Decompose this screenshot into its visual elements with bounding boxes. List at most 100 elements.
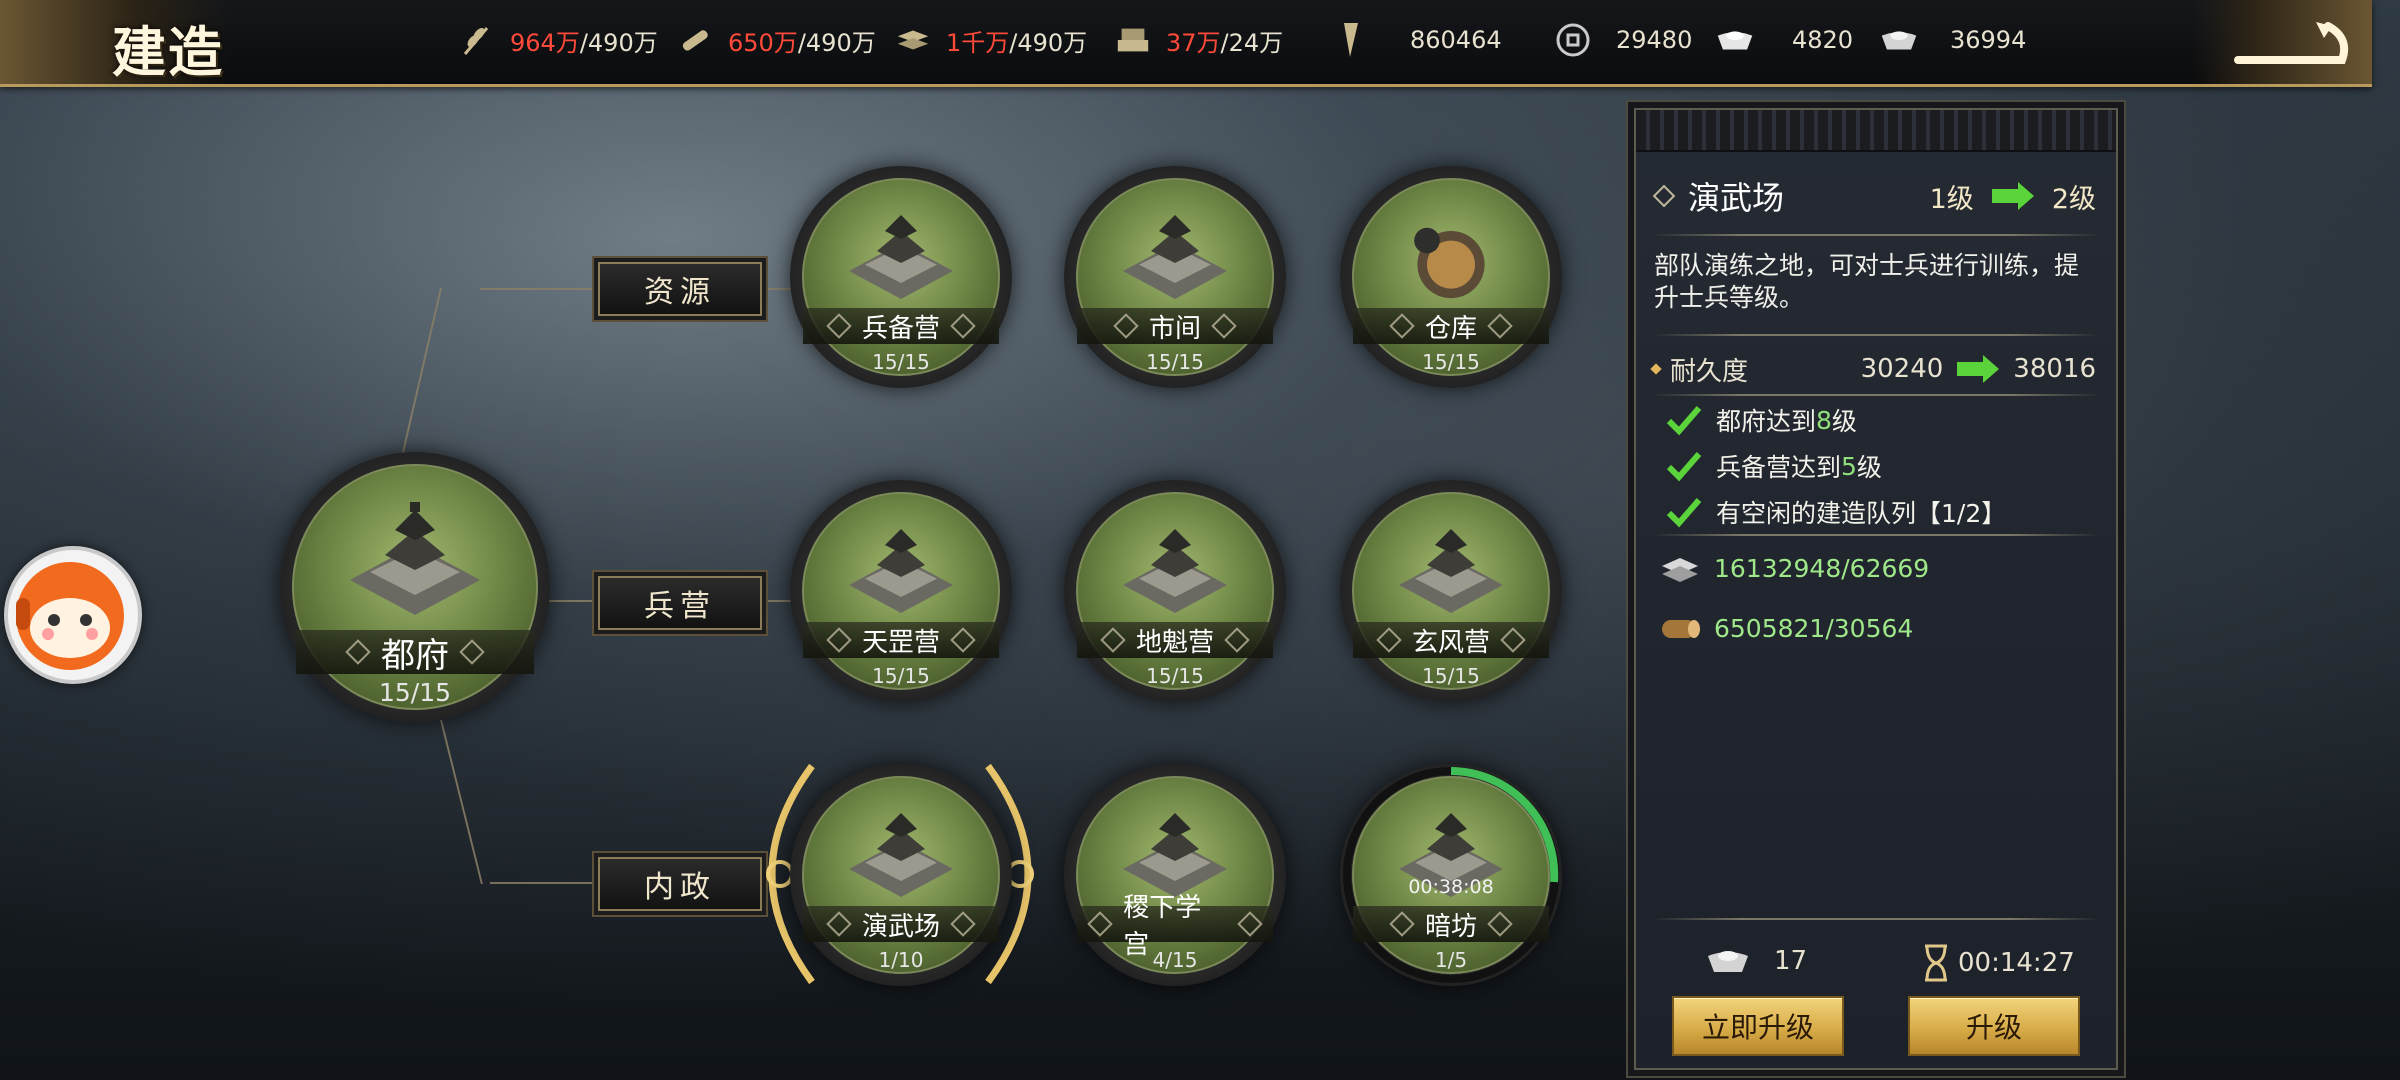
checkmark-icon bbox=[1666, 452, 1702, 482]
monkey-face-icon bbox=[16, 562, 124, 670]
building-node[interactable]: 稷下学宫 4/15 bbox=[1064, 764, 1286, 986]
green-arrow-icon bbox=[1957, 355, 2000, 383]
wood-icon bbox=[676, 21, 714, 59]
building-name: 天罡营 bbox=[861, 627, 940, 658]
building-main-dufu[interactable]: 都府 15/15 bbox=[280, 452, 550, 722]
diamond-ornament-icon bbox=[950, 627, 976, 653]
building-name: 暗坊 bbox=[1424, 911, 1477, 942]
diamond-ornament-icon bbox=[1224, 627, 1250, 653]
cost-iron: 16132948/62669 bbox=[1658, 550, 1929, 586]
building-level: 15/15 bbox=[1146, 350, 1204, 374]
building-level: 15/15 bbox=[1146, 664, 1204, 688]
diamond-ornament-icon bbox=[950, 911, 976, 937]
hourglass-icon bbox=[1925, 944, 1947, 982]
diamond-ornament-icon bbox=[1389, 313, 1415, 339]
instant-cost: 17 bbox=[1704, 944, 1807, 978]
category-barracks[interactable]: 兵营 bbox=[598, 576, 762, 630]
token-icon bbox=[1332, 21, 1370, 59]
diamond-ornament-icon bbox=[1376, 627, 1402, 653]
category-resource[interactable]: 资源 bbox=[598, 262, 762, 316]
diamond-ornament-icon bbox=[1087, 911, 1113, 937]
durability-row: 耐久度 30240 38016 bbox=[1650, 346, 2096, 392]
upgrade-detail-panel: 演武场 1级 2级 部队演练之地，可对士兵进行训练，提升士兵等级。 耐久度 30… bbox=[1634, 108, 2118, 1070]
building-level: 4/15 bbox=[1152, 948, 1198, 972]
resource-grain[interactable]: 964万/490万 bbox=[458, 20, 658, 60]
diamond-ornament-icon bbox=[1237, 911, 1263, 937]
building-node[interactable]: 地魁营 15/15 bbox=[1064, 480, 1286, 702]
checkmark-icon bbox=[1666, 406, 1702, 436]
iron-resource-icon bbox=[1662, 558, 1698, 582]
fortress-icon bbox=[350, 501, 480, 615]
warehouse-icon bbox=[1414, 227, 1485, 299]
building-icon bbox=[1123, 215, 1227, 300]
instant-upgrade-button[interactable]: 立即升级 bbox=[1672, 996, 1844, 1056]
iron-icon bbox=[894, 21, 932, 59]
tree-connector bbox=[400, 288, 442, 458]
building-node[interactable]: 仓库 15/15 bbox=[1340, 166, 1562, 388]
building-node[interactable]: 市间 15/15 bbox=[1064, 166, 1286, 388]
building-icon bbox=[1123, 529, 1227, 614]
resource-silver-ingot[interactable]: 36994 bbox=[1880, 20, 2026, 60]
diamond-ornament-icon bbox=[1389, 911, 1415, 937]
tree-connector bbox=[440, 720, 483, 884]
coin-icon bbox=[1554, 21, 1592, 59]
resource-iron[interactable]: 1千万/490万 bbox=[894, 20, 1087, 60]
building-name: 玄风营 bbox=[1411, 627, 1490, 658]
resource-wood[interactable]: 650万/490万 bbox=[676, 20, 876, 60]
resource-stone[interactable]: 37万/24万 bbox=[1114, 20, 1283, 60]
building-node[interactable]: 兵备营 15/15 bbox=[790, 166, 1012, 388]
stone-icon bbox=[1114, 21, 1152, 59]
cost-wood: 6505821/30564 bbox=[1658, 610, 1913, 646]
building-level: 15/15 bbox=[378, 678, 452, 707]
silver-ingot-icon bbox=[1708, 951, 1748, 972]
durability-label: 耐久度 bbox=[1670, 356, 1749, 387]
back-button[interactable] bbox=[2192, 0, 2372, 84]
grain-icon bbox=[458, 21, 496, 59]
wood-resource-icon bbox=[1662, 620, 1700, 638]
diamond-ornament-icon bbox=[1487, 911, 1513, 937]
building-level: 15/15 bbox=[1422, 664, 1480, 688]
page-title: 建造 bbox=[112, 20, 224, 84]
small-diamond-icon bbox=[1650, 363, 1662, 375]
building-level: 15/15 bbox=[872, 350, 930, 374]
top-bar: 建造 964万/490万 650万/490万 1千万/490万 37万/24万 … bbox=[0, 0, 2372, 87]
upgrade-time: 00:14:27 bbox=[1922, 944, 2075, 982]
gold-ingot-icon bbox=[1716, 21, 1754, 59]
building-node[interactable]: 天罡营 15/15 bbox=[790, 480, 1012, 702]
current-level: 1级 bbox=[1929, 183, 1974, 215]
green-arrow-icon bbox=[1991, 182, 2034, 210]
building-node-upgrading[interactable]: 00:38:08 暗坊 1/5 bbox=[1340, 764, 1562, 986]
silver-ingot-icon bbox=[1880, 21, 1918, 59]
resource-token[interactable]: 860464 bbox=[1332, 20, 1502, 60]
building-name: 都府 bbox=[381, 635, 449, 676]
diamond-ornament-icon bbox=[826, 627, 852, 653]
next-level: 2级 bbox=[2051, 183, 2096, 215]
upgrade-button[interactable]: 升级 bbox=[1908, 996, 2080, 1056]
tree-connector bbox=[490, 882, 600, 884]
resource-gold-ingot[interactable]: 4820 bbox=[1716, 20, 1853, 60]
assistant-avatar[interactable] bbox=[4, 546, 142, 684]
building-name: 市间 bbox=[1148, 313, 1201, 344]
diamond-ornament-icon bbox=[1211, 313, 1237, 339]
diamond-ornament-icon bbox=[1113, 313, 1139, 339]
requirement-item: 都府达到 8 级 bbox=[1666, 402, 1857, 438]
panel-header: 演武场 1级 2级 bbox=[1652, 174, 2096, 218]
resource-coin[interactable]: 29480 bbox=[1554, 20, 1692, 60]
building-node-selected[interactable]: 演武场 1/10 bbox=[790, 764, 1012, 986]
durability-current: 30240 bbox=[1860, 354, 1944, 384]
tree-connector bbox=[480, 288, 600, 290]
diamond-ornament-icon bbox=[950, 313, 976, 339]
building-icon bbox=[849, 529, 953, 614]
building-level: 15/15 bbox=[1422, 350, 1480, 374]
diamond-ornament-icon bbox=[1487, 313, 1513, 339]
category-affairs[interactable]: 内政 bbox=[598, 857, 762, 911]
building-level: 15/15 bbox=[872, 664, 930, 688]
diamond-ornament-icon bbox=[826, 911, 852, 937]
diamond-ornament-icon bbox=[459, 639, 485, 665]
building-node[interactable]: 玄风营 15/15 bbox=[1340, 480, 1562, 702]
building-name: 兵备营 bbox=[861, 313, 940, 344]
building-level: 1/5 bbox=[1434, 948, 1468, 972]
building-icon bbox=[849, 215, 953, 300]
building-name: 演武场 bbox=[861, 911, 940, 942]
building-name: 地魁营 bbox=[1135, 627, 1214, 658]
